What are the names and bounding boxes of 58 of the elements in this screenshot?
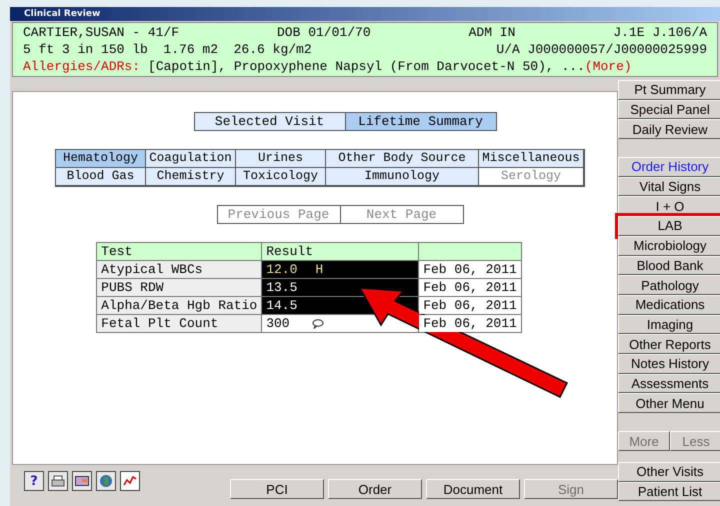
action-button[interactable]: PCI: [230, 479, 324, 499]
nav-button[interactable]: Special Panel: [618, 100, 720, 120]
category-tab[interactable]: Other Body Source: [326, 150, 479, 168]
nav-button[interactable]: Daily Review: [618, 119, 720, 140]
window-title: Clinical Review: [10, 7, 720, 21]
nav-button[interactable]: Assessments: [618, 374, 720, 394]
allergies-label: Allergies/ADRs:: [23, 59, 140, 74]
nav-button[interactable]: Imaging: [618, 314, 720, 334]
nav-button[interactable]: Other Visits: [618, 462, 720, 482]
nav-button[interactable]: Microbiology: [618, 236, 720, 256]
nav-button[interactable]: Pt Summary: [618, 80, 720, 100]
admission-status: ADM IN: [468, 25, 516, 40]
patient-name: CARTIER,SUSAN - 41/F: [23, 25, 180, 40]
nav-button[interactable]: Vital Signs: [618, 176, 720, 196]
nav-button[interactable]: Blood Bank: [618, 256, 720, 276]
column-header: Result: [262, 242, 419, 260]
comment-icon: [312, 318, 324, 329]
nav-button[interactable]: Pathology: [618, 275, 720, 295]
category-tab[interactable]: Coagulation: [146, 150, 236, 168]
table-cell: Alpha/Beta Hgb Ratio: [96, 296, 262, 314]
column-header: Test: [96, 242, 262, 260]
nav-button[interactable]: LAB: [618, 216, 720, 236]
table-cell: Feb 06, 2011: [418, 278, 522, 296]
category-tab[interactable]: Toxicology: [236, 168, 326, 186]
action-button[interactable]: Document: [426, 479, 520, 499]
result-cell: 12.0 H: [262, 260, 419, 278]
category-tab[interactable]: Miscellaneous: [479, 150, 584, 168]
account-number: U/A J000000057/J00000025999: [496, 42, 707, 57]
table-cell: Fetal Plt Count: [96, 314, 262, 332]
category-tab[interactable]: Urines: [236, 150, 326, 168]
table-cell: Feb 06, 2011: [418, 260, 522, 278]
category-tab[interactable]: Immunology: [326, 168, 479, 186]
date-of-birth: DOB 01/01/70: [277, 25, 371, 40]
patient-location: J.1E J.106/A: [613, 25, 707, 40]
nav-button[interactable]: Other Reports: [618, 334, 720, 354]
action-button[interactable]: Order: [328, 479, 422, 499]
printer-icon[interactable]: [48, 471, 68, 491]
nav-button[interactable]: Patient List: [618, 482, 720, 502]
globe-icon[interactable]: [96, 471, 116, 491]
help-icon[interactable]: ?: [24, 471, 44, 491]
table-cell: Feb 06, 2011: [418, 314, 522, 332]
category-tab[interactable]: Hematology: [56, 150, 146, 168]
table-cell: Atypical WBCs: [96, 260, 262, 278]
patient-measurements: 5 ft 3 in 150 lb 1.76 m2 26.6 kg/m2: [23, 42, 312, 57]
allergies-text: [Capotin], Propoxyphene Napsyl (From Darvocet-N 50), ...(More): [148, 59, 632, 74]
category-tab[interactable]: Blood Gas: [56, 168, 146, 186]
more-link[interactable]: (More): [584, 59, 632, 74]
card-icon[interactable]: [72, 471, 92, 491]
table-cell: Feb 06, 2011: [418, 296, 522, 314]
table-cell: PUBS RDW: [96, 278, 262, 296]
view-tab[interactable]: Selected Visit: [194, 113, 346, 130]
nav-button[interactable]: Medications: [618, 294, 720, 315]
nav-button[interactable]: Other Menu: [618, 393, 720, 413]
category-tab[interactable]: Chemistry: [146, 168, 236, 186]
view-tab[interactable]: Lifetime Summary: [346, 113, 496, 130]
line-chart-icon[interactable]: [120, 471, 140, 491]
nav-button[interactable]: Order History: [618, 157, 720, 177]
nav-button[interactable]: Notes History: [618, 354, 720, 374]
